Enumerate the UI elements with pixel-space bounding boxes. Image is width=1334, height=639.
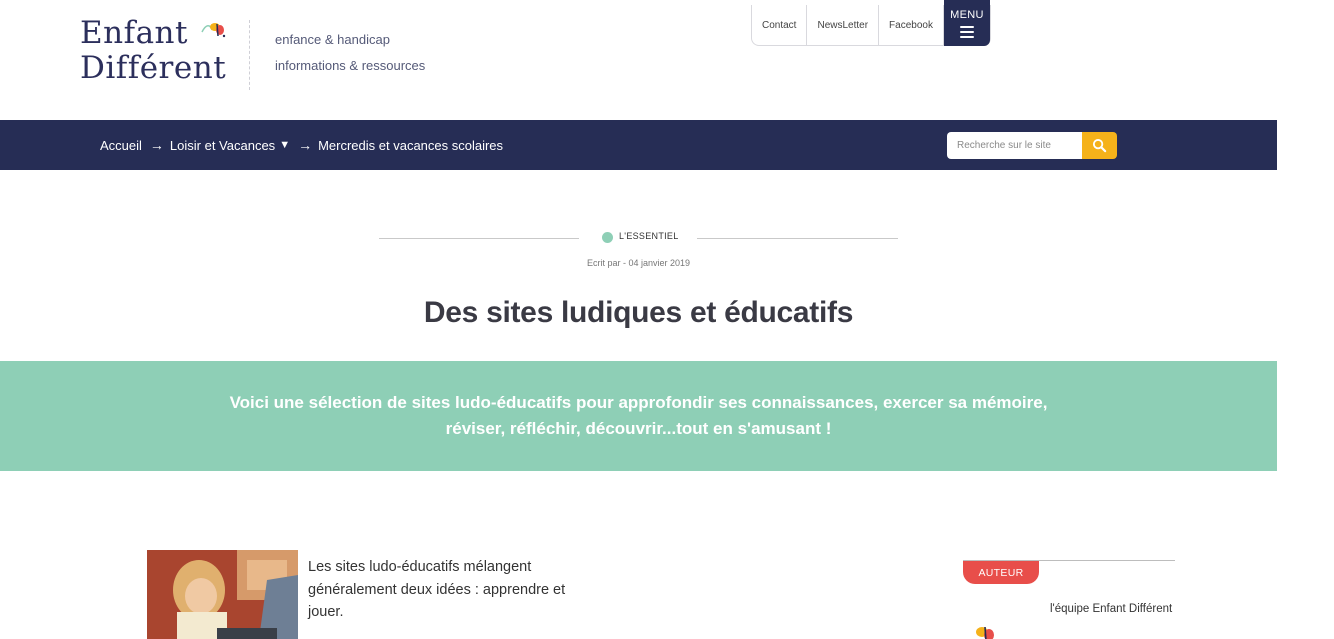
site-logo[interactable]: Enfant Différent (80, 16, 230, 92)
top-menu: Contact NewsLetter Facebook MENU (751, 0, 991, 46)
breadcrumb-current[interactable]: Mercredis et vacances scolaires (318, 138, 503, 153)
arrow-right-icon: → (298, 137, 313, 153)
category-row: L'ESSENTIEL (379, 228, 898, 248)
breadcrumb-home[interactable]: Accueil (100, 138, 142, 153)
breadcrumb: Accueil → Loisir et Vacances ▼ → Mercred… (100, 120, 503, 170)
category-dot-icon (602, 232, 613, 243)
intro-banner: Voici une sélection de sites ludo-éducat… (0, 361, 1277, 471)
site-search (947, 132, 1117, 159)
dropdown-triangle-icon[interactable]: ▼ (279, 139, 290, 151)
child-laptop-image (147, 550, 298, 639)
tagline-line-2: informations & ressources (275, 58, 426, 73)
category-label[interactable]: L'ESSENTIEL (619, 231, 679, 241)
newsletter-link[interactable]: NewsLetter (807, 5, 880, 45)
butterfly-icon (976, 626, 994, 639)
search-button[interactable] (1082, 132, 1117, 159)
logo-line-2: Différent (80, 50, 227, 86)
hamburger-icon (959, 25, 974, 38)
site-tagline: enfance & handicap informations & ressou… (275, 27, 425, 79)
divider-left (379, 238, 579, 239)
breadcrumb-section[interactable]: Loisir et Vacances (170, 138, 275, 153)
article-title: Des sites ludiques et éducatifs (423, 296, 854, 329)
menu-button[interactable]: MENU (943, 0, 990, 46)
intro-text: Voici une sélection de sites ludo-éducat… (229, 393, 1048, 438)
facebook-link[interactable]: Facebook (879, 5, 944, 45)
header-divider (249, 20, 250, 90)
article-lead: Les sites ludo-éducatifs mélangent génér… (308, 559, 566, 620)
butterfly-icon (201, 23, 226, 38)
search-icon (1092, 138, 1107, 153)
article-byline: Ecrit par - 04 janvier 2019 (586, 258, 691, 268)
author-name[interactable]: l'équipe Enfant Différent (1050, 597, 1180, 621)
article-photo (147, 550, 298, 639)
site-header: Enfant Différent enfance & handicap info… (0, 0, 1277, 120)
divider-right (697, 238, 898, 239)
contact-link[interactable]: Contact (752, 5, 808, 45)
tagline-line-1: enfance & handicap (275, 32, 390, 47)
search-input[interactable] (947, 132, 1082, 159)
arrow-right-icon: → (149, 137, 164, 153)
nav-bar: Accueil → Loisir et Vacances ▼ → Mercred… (0, 120, 1277, 170)
menu-label: MENU (950, 8, 984, 21)
author-badge: AUTEUR (963, 561, 1039, 584)
